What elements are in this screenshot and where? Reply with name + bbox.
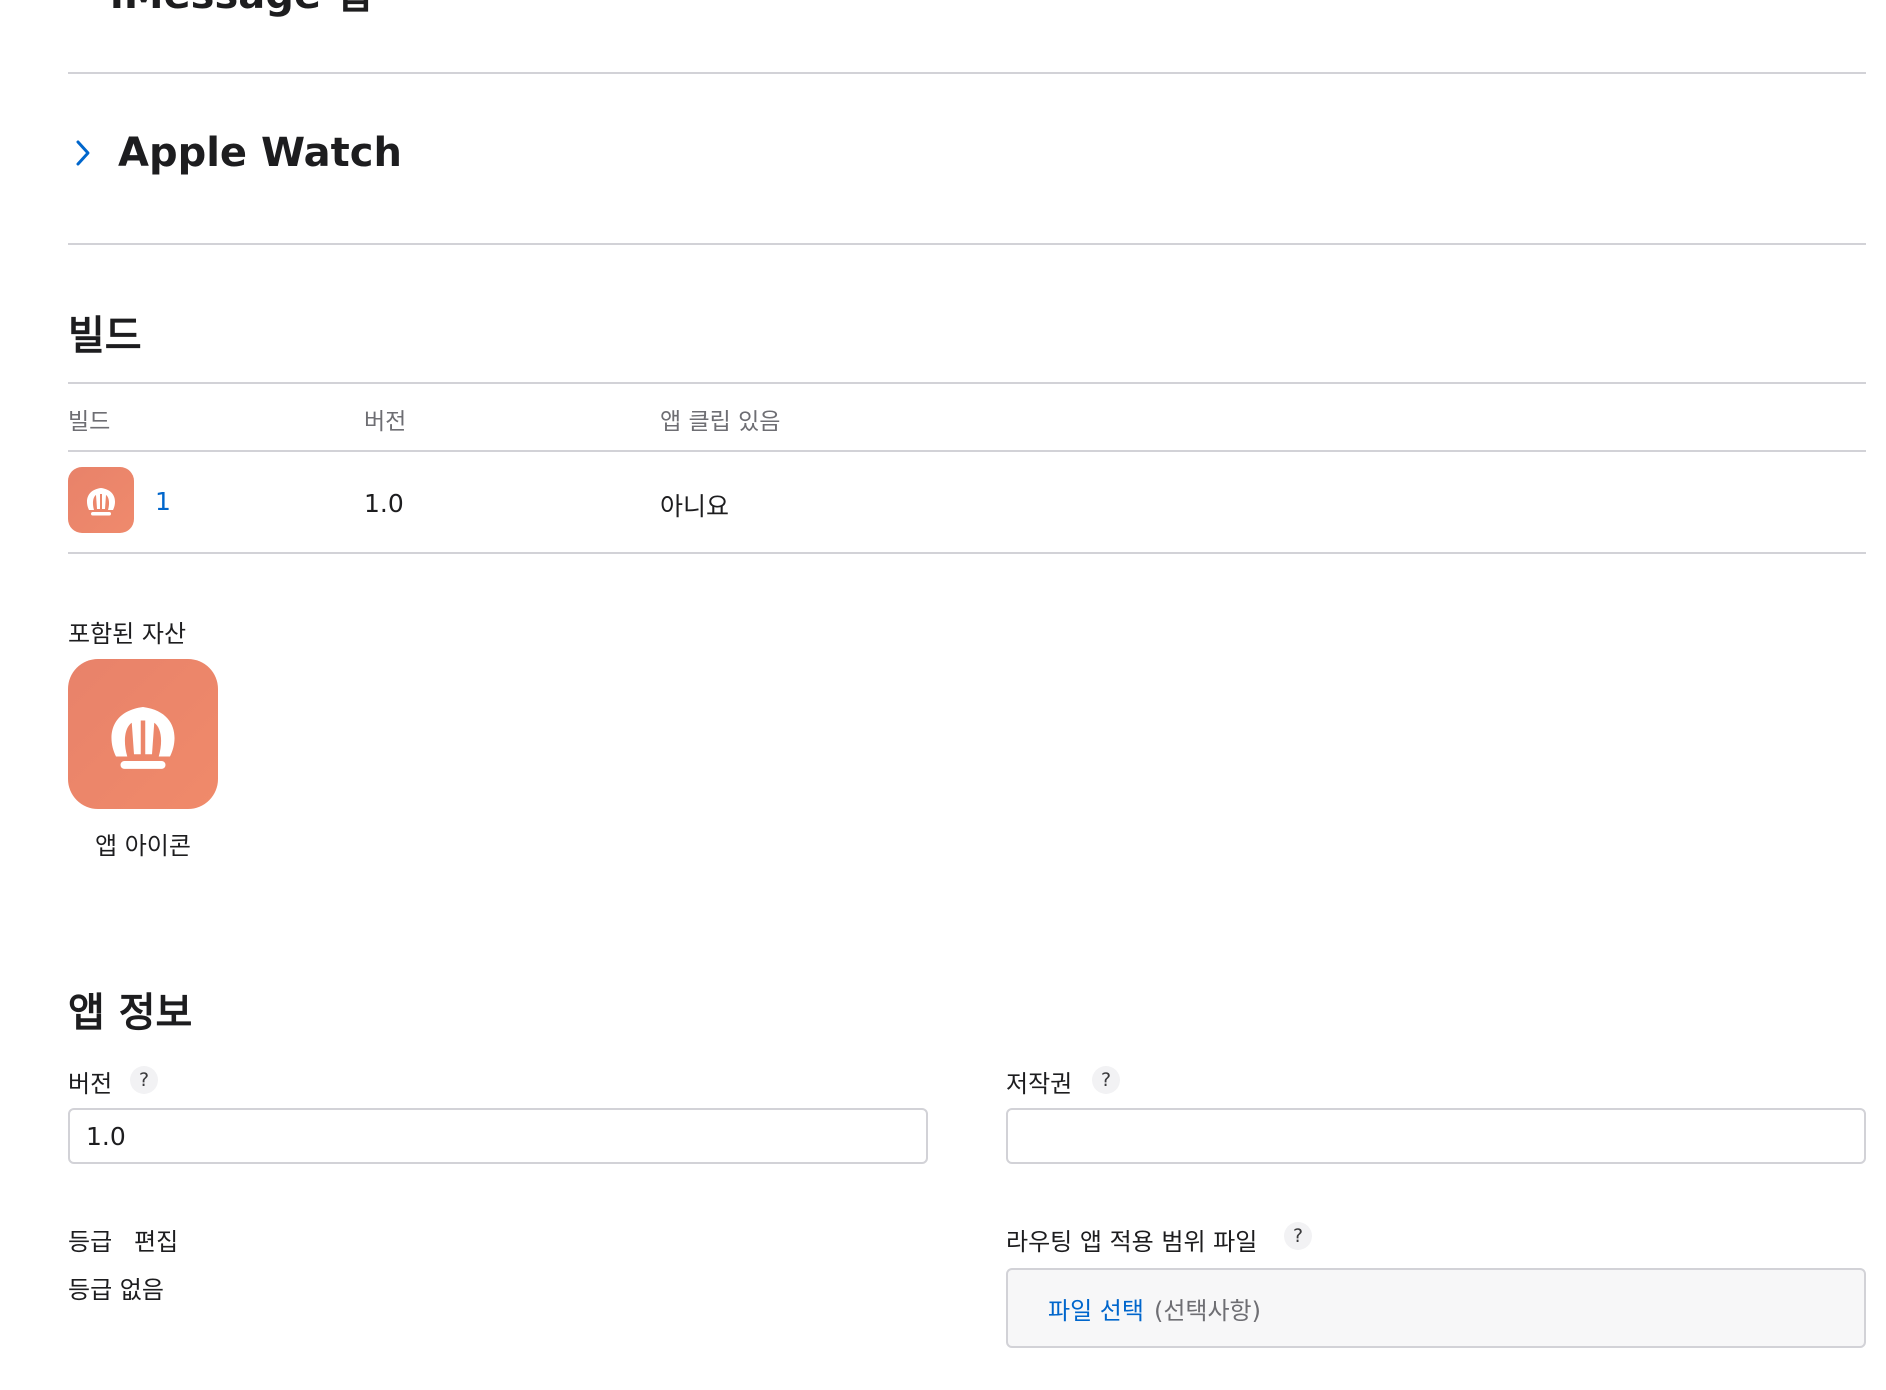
imessage-section-title[interactable]: iMessage 앱 [110,0,372,20]
copyright-label: 저작권 [1006,1070,1073,1098]
version-help-icon[interactable]: ? [130,1066,158,1094]
build-app-clip-value: 아니요 [660,492,730,521]
column-header-app-clip: 앱 클립 있음 [660,409,781,435]
app-info-section-title: 앱 정보 [68,990,193,1036]
apple-watch-label: Apple Watch [118,130,402,176]
routing-file-picker[interactable]: 파일 선택 (선택사항) [1006,1268,1866,1348]
copyright-input[interactable] [1006,1108,1866,1164]
table-header-divider [68,450,1866,452]
crown-icon [86,488,116,516]
routing-file-label: 라우팅 앱 적용 범위 파일 [1006,1228,1258,1256]
app-icon-caption: 앱 아이콘 [95,832,191,860]
rating-edit-link[interactable]: 편집 [134,1222,178,1257]
build-app-icon [68,467,134,533]
rating-value: 등급 없음 [68,1276,164,1304]
crown-icon [111,707,175,769]
build-number-link[interactable]: 1 [155,487,171,516]
optional-hint: (선택사항) [1153,1296,1261,1325]
build-version-value: 1.0 [364,489,404,518]
table-bottom-divider [68,552,1866,554]
column-header-build: 빌드 [68,409,111,435]
version-label: 버전 [68,1070,113,1098]
builds-section-title: 빌드 [68,313,142,359]
divider [68,243,1866,245]
rating-label: 등급 [68,1228,113,1256]
apple-watch-expander[interactable]: Apple Watch [68,130,402,176]
routing-help-icon[interactable]: ? [1284,1222,1312,1250]
included-assets-label: 포함된 자산 [68,620,187,648]
chevron-right-icon [68,138,98,168]
app-icon-asset[interactable] [68,659,218,809]
copyright-help-icon[interactable]: ? [1092,1066,1120,1094]
column-header-version: 버전 [364,409,407,435]
choose-file-link[interactable]: 파일 선택 [1048,1291,1144,1326]
table-top-divider [68,382,1866,384]
divider [68,72,1866,74]
app-store-connect-page: iMessage 앱 Apple Watch 빌드 빌드 버전 앱 클립 있음 … [0,0,1886,1390]
version-input[interactable]: 1.0 [68,1108,928,1164]
